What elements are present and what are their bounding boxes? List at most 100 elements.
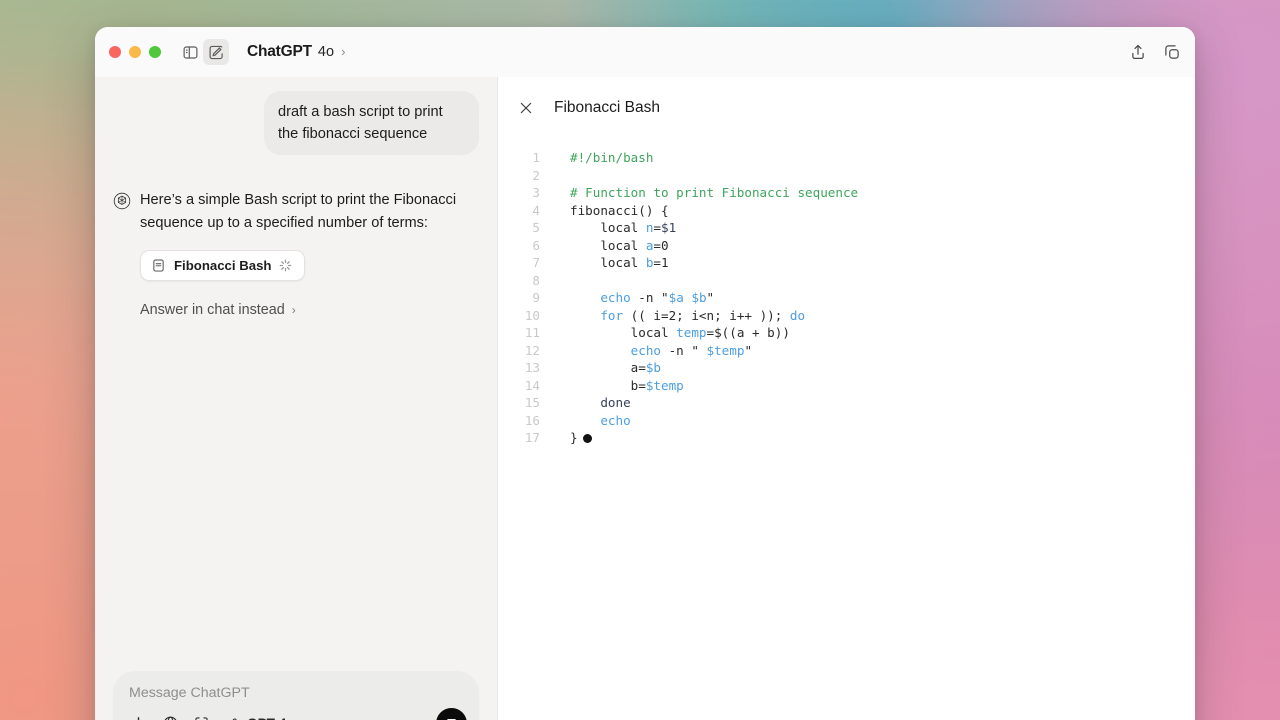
window-titlebar: ChatGPT 4o › bbox=[95, 27, 1195, 77]
artifact-card-label: Fibonacci Bash bbox=[174, 258, 272, 274]
composer-toolbar: GPT-4o bbox=[129, 714, 465, 720]
code-token: local bbox=[570, 237, 646, 253]
share-upload-icon bbox=[1132, 44, 1144, 59]
line-number: 10 bbox=[524, 307, 540, 323]
code-token: echo bbox=[630, 342, 662, 358]
code-line-text: b=$temp bbox=[540, 377, 684, 395]
code-editor[interactable]: 1 #!/bin/bash 2 3 # Function to print Fibon… bbox=[498, 131, 1195, 720]
code-line: 9 echo -n "$a $b" bbox=[498, 289, 1195, 307]
code-token: $temp bbox=[645, 377, 684, 393]
code-line: 10 for (( i=2; i<n; i++ )); do bbox=[498, 307, 1195, 325]
line-number: 4 bbox=[532, 202, 540, 218]
code-token: a= bbox=[570, 360, 646, 375]
message-composer[interactable]: Message ChatGPT bbox=[113, 671, 479, 720]
window-body: draft a bash script to print the fibonac… bbox=[95, 77, 1195, 720]
code-line-text: echo -n "$a $b" bbox=[540, 289, 714, 307]
code-token: local bbox=[570, 255, 646, 270]
code-line: 6 local a=0 bbox=[498, 237, 1195, 255]
plus-icon bbox=[137, 717, 140, 720]
streaming-cursor bbox=[582, 433, 592, 443]
line-number: 6 bbox=[532, 237, 540, 253]
code-line-text: local a=0 bbox=[540, 237, 668, 255]
canvas-title: Fibonacci Bash bbox=[554, 98, 660, 116]
code-line-text: local n=$1 bbox=[540, 219, 676, 237]
code-line: 4 fibonacci() { bbox=[498, 202, 1195, 220]
code-line: 15 done bbox=[498, 394, 1195, 412]
line-number: 8 bbox=[532, 272, 540, 288]
code-line-text: a=$b bbox=[540, 359, 661, 377]
share-button[interactable] bbox=[1129, 43, 1147, 61]
code-line-text: for (( i=2; i<n; i++ )); do bbox=[540, 307, 805, 325]
line-number: 14 bbox=[524, 377, 540, 393]
code-token: done bbox=[600, 395, 631, 410]
sidebar-toggle-button[interactable] bbox=[177, 39, 203, 65]
code-line: 11 local temp=$((a + b)) bbox=[498, 324, 1195, 342]
code-line-text: local temp=$((a + b)) bbox=[540, 324, 790, 342]
code-line: 14 b=$temp bbox=[498, 377, 1195, 395]
code-line: 1 #!/bin/bash bbox=[498, 149, 1195, 167]
canvas-button[interactable] bbox=[193, 715, 210, 720]
artifact-card-fibonacci-bash[interactable]: Fibonacci Bash bbox=[140, 250, 306, 282]
canvas-code-pane: Fibonacci Bash 1 #!/bin/bash 2 3 # Function… bbox=[498, 77, 1195, 720]
code-token: $1 bbox=[661, 220, 677, 235]
code-token: " bbox=[706, 290, 715, 305]
assistant-message-body: Here’s a simple Bash script to print the… bbox=[140, 189, 479, 318]
code-line: 3 # Function to print Fibonacci sequence bbox=[498, 184, 1195, 202]
sidebar-toggle-icon bbox=[183, 45, 197, 59]
code-line-text: echo bbox=[540, 412, 631, 430]
stop-generating-button[interactable] bbox=[436, 708, 467, 720]
maximize-window-button[interactable] bbox=[149, 46, 161, 58]
web-search-button[interactable] bbox=[162, 715, 179, 720]
minimize-window-button[interactable] bbox=[129, 46, 141, 58]
attach-button[interactable] bbox=[129, 714, 148, 720]
answer-in-chat-instead-button[interactable]: Answer in chat instead › bbox=[140, 302, 479, 318]
code-line-text: #!/bin/bash bbox=[540, 149, 653, 167]
code-token: #!/bin/bash bbox=[570, 150, 654, 165]
code-line: 2 bbox=[498, 167, 1195, 185]
code-token: } bbox=[570, 430, 578, 445]
window-title[interactable]: ChatGPT 4o › bbox=[247, 43, 345, 61]
chevron-right-icon: › bbox=[291, 303, 296, 318]
line-number: 17 bbox=[524, 430, 540, 445]
model-label: 4o bbox=[317, 44, 335, 60]
message-list: draft a bash script to print the fibonac… bbox=[95, 77, 497, 671]
code-token: -n " bbox=[661, 342, 707, 358]
line-number: 9 bbox=[532, 290, 540, 305]
line-number: 2 bbox=[532, 167, 540, 183]
open-new-window-button[interactable] bbox=[1163, 43, 1181, 61]
model-name-label: GPT-4o bbox=[247, 716, 295, 720]
code-token: =1 bbox=[653, 255, 669, 270]
close-x-icon bbox=[520, 102, 532, 113]
code-line: 5 local n=$1 bbox=[498, 219, 1195, 237]
model-settings-button[interactable]: GPT-4o bbox=[224, 715, 295, 720]
line-number: 15 bbox=[524, 395, 540, 410]
code-line: 17} bbox=[498, 429, 1195, 447]
new-chat-compose-button[interactable] bbox=[203, 39, 229, 65]
code-line-text: echo -n " $temp" bbox=[540, 342, 752, 360]
message-input[interactable]: Message ChatGPT bbox=[129, 685, 465, 701]
chatgpt-app-window: ChatGPT 4o › draft a bash script to prin… bbox=[95, 27, 1195, 720]
line-number: 3 bbox=[532, 185, 540, 200]
loading-spinner-icon bbox=[280, 260, 292, 272]
code-token: fibonacci() { bbox=[570, 202, 669, 218]
close-canvas-button[interactable] bbox=[518, 100, 534, 116]
code-line-text: local b=1 bbox=[540, 254, 669, 272]
sliders-icon bbox=[232, 718, 237, 720]
code-line-text: done bbox=[540, 394, 631, 412]
code-token: local bbox=[570, 325, 677, 340]
code-token: echo bbox=[600, 412, 631, 428]
code-token: echo bbox=[600, 290, 631, 305]
code-line: 7 local b=1 bbox=[498, 254, 1195, 272]
code-line: 13 a=$b bbox=[498, 359, 1195, 377]
line-number: 7 bbox=[532, 255, 540, 270]
close-window-button[interactable] bbox=[109, 46, 121, 58]
app-brand-label: ChatGPT bbox=[247, 43, 312, 60]
code-line-text: # Function to print Fibonacci sequence bbox=[540, 184, 858, 202]
code-token: $a $b bbox=[668, 290, 707, 305]
line-number: 11 bbox=[524, 325, 540, 340]
user-message-row: draft a bash script to print the fibonac… bbox=[113, 91, 479, 156]
